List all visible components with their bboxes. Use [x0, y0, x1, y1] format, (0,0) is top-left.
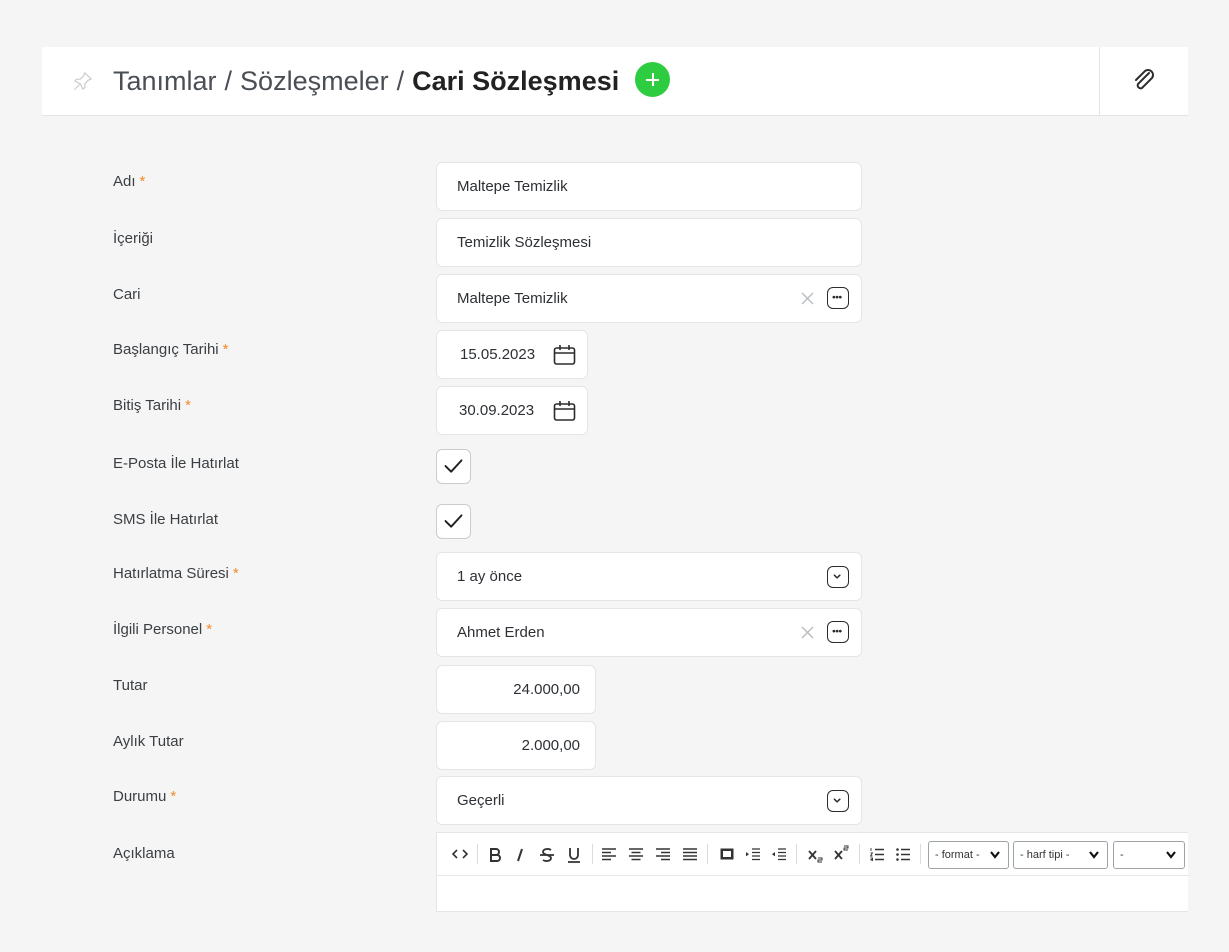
superscript-icon[interactable] [834, 845, 850, 861]
label-sms: SMS İle Hatırlat [113, 511, 219, 528]
toolbar-divider [477, 844, 478, 864]
baslangic-value: 15.05.2023 [460, 346, 536, 363]
eposta-checkbox[interactable] [436, 449, 471, 484]
strikethrough-icon[interactable] [539, 847, 555, 863]
aylik-tutar-input[interactable]: 2.000,00 [436, 721, 596, 770]
align-left-icon[interactable] [602, 848, 616, 861]
personel-lookup[interactable]: Ahmet Erden [436, 608, 862, 657]
align-right-icon[interactable] [656, 848, 670, 861]
editor-content-area[interactable] [437, 876, 1189, 912]
breadcrumb-item-tanimlar[interactable]: Tanımlar [113, 66, 217, 96]
add-button[interactable] [635, 62, 671, 98]
source-code-icon[interactable] [452, 848, 468, 860]
required-mark: * [222, 341, 229, 358]
adi-input[interactable]: Maltepe Temizlik [436, 162, 862, 211]
toolbar-divider [592, 844, 593, 864]
font-select-value: - harf tipi - [1020, 849, 1070, 861]
label-cari: Cari [113, 286, 141, 303]
required-mark: * [139, 173, 146, 190]
required-mark: * [170, 788, 177, 805]
header-divider [1099, 47, 1100, 115]
indent-icon[interactable] [746, 848, 760, 861]
label-aciklama: Açıklama [113, 845, 175, 862]
italic-icon[interactable] [515, 847, 525, 863]
calendar-icon[interactable] [553, 400, 576, 422]
format-select-value: - format - [935, 849, 980, 861]
label-personel: İlgili Personel * [113, 621, 213, 638]
chevron-down-icon[interactable] [827, 566, 849, 588]
bitis-value: 30.09.2023 [459, 402, 535, 419]
label-durumu: Durumu * [113, 788, 177, 805]
paperclip-icon[interactable] [1130, 67, 1158, 95]
durumu-select[interactable]: Geçerli [436, 776, 862, 825]
breadcrumb: Tanımlar / Sözleşmeler / Cari Sözleşmesi [113, 62, 671, 100]
checkmark-icon [444, 459, 463, 473]
size-select[interactable]: - [1113, 841, 1185, 869]
cari-value: Maltepe Temizlik [457, 290, 568, 307]
tutar-value: 24.000,00 [513, 681, 580, 698]
size-select-value: - [1120, 849, 1124, 861]
rich-text-editor[interactable]: - format - - harf tipi - - [436, 832, 1189, 912]
bitis-date-input[interactable]: 30.09.2023 [436, 386, 588, 435]
pin-icon[interactable] [72, 70, 94, 92]
more-options-icon[interactable] [827, 287, 849, 309]
subscript-icon[interactable] [808, 847, 824, 863]
chevron-down-icon[interactable] [827, 790, 849, 812]
chevron-down-icon [1089, 851, 1099, 859]
bold-icon[interactable] [489, 847, 501, 863]
required-mark: * [232, 565, 239, 582]
format-select[interactable]: - format - [928, 841, 1009, 869]
label-bitis: Bitiş Tarihi * [113, 397, 191, 414]
baslangic-date-input[interactable]: 15.05.2023 [436, 330, 588, 379]
label-baslangic: Başlangıç Tarihi * [113, 341, 229, 358]
unordered-list-icon[interactable] [896, 848, 910, 861]
clear-icon[interactable] [800, 291, 815, 306]
breadcrumb-separator: / [224, 66, 233, 96]
toolbar-divider [920, 844, 921, 864]
label-hatirlatma: Hatırlatma Süresi * [113, 565, 239, 582]
ordered-list-icon[interactable] [870, 848, 884, 861]
checkmark-icon [444, 514, 463, 528]
calendar-icon[interactable] [553, 344, 576, 366]
align-center-icon[interactable] [629, 848, 643, 861]
page-title: Cari Sözleşmesi [412, 66, 620, 96]
tutar-input[interactable]: 24.000,00 [436, 665, 596, 714]
chevron-down-icon [1166, 851, 1176, 859]
font-select[interactable]: - harf tipi - [1013, 841, 1108, 869]
hatirlatma-select[interactable]: 1 ay önce [436, 552, 862, 601]
clear-icon[interactable] [800, 625, 815, 640]
toolbar-divider [707, 844, 708, 864]
outdent-icon[interactable] [772, 848, 786, 861]
icerigi-value: Temizlik Sözleşmesi [457, 234, 592, 251]
image-icon[interactable] [720, 848, 734, 860]
editor-toolbar: - format - - harf tipi - - [437, 833, 1189, 876]
page-header: Tanımlar / Sözleşmeler / Cari Sözleşmesi [42, 47, 1188, 116]
more-options-icon[interactable] [827, 621, 849, 643]
aylik-tutar-value: 2.000,00 [521, 737, 580, 754]
label-tutar: Tutar [113, 677, 148, 694]
label-icerigi: İçeriği [113, 230, 154, 247]
required-mark: * [206, 621, 213, 638]
breadcrumb-separator: / [396, 66, 405, 96]
label-eposta: E-Posta İle Hatırlat [113, 455, 239, 472]
icerigi-input[interactable]: Temizlik Sözleşmesi [436, 218, 862, 267]
chevron-down-icon [990, 851, 1000, 859]
toolbar-divider [859, 844, 860, 864]
underline-icon[interactable] [567, 847, 581, 863]
durumu-value: Geçerli [457, 792, 505, 809]
sms-checkbox[interactable] [436, 504, 471, 539]
cari-lookup[interactable]: Maltepe Temizlik [436, 274, 862, 323]
toolbar-divider [796, 844, 797, 864]
label-aylik-tutar: Aylık Tutar [113, 733, 184, 750]
breadcrumb-item-sozlesmeler[interactable]: Sözleşmeler [240, 66, 389, 96]
label-adi: Adı * [113, 173, 146, 190]
adi-value: Maltepe Temizlik [457, 178, 568, 195]
hatirlatma-value: 1 ay önce [457, 568, 523, 585]
align-justify-icon[interactable] [683, 848, 697, 861]
required-mark: * [185, 397, 191, 414]
personel-value: Ahmet Erden [457, 624, 545, 641]
